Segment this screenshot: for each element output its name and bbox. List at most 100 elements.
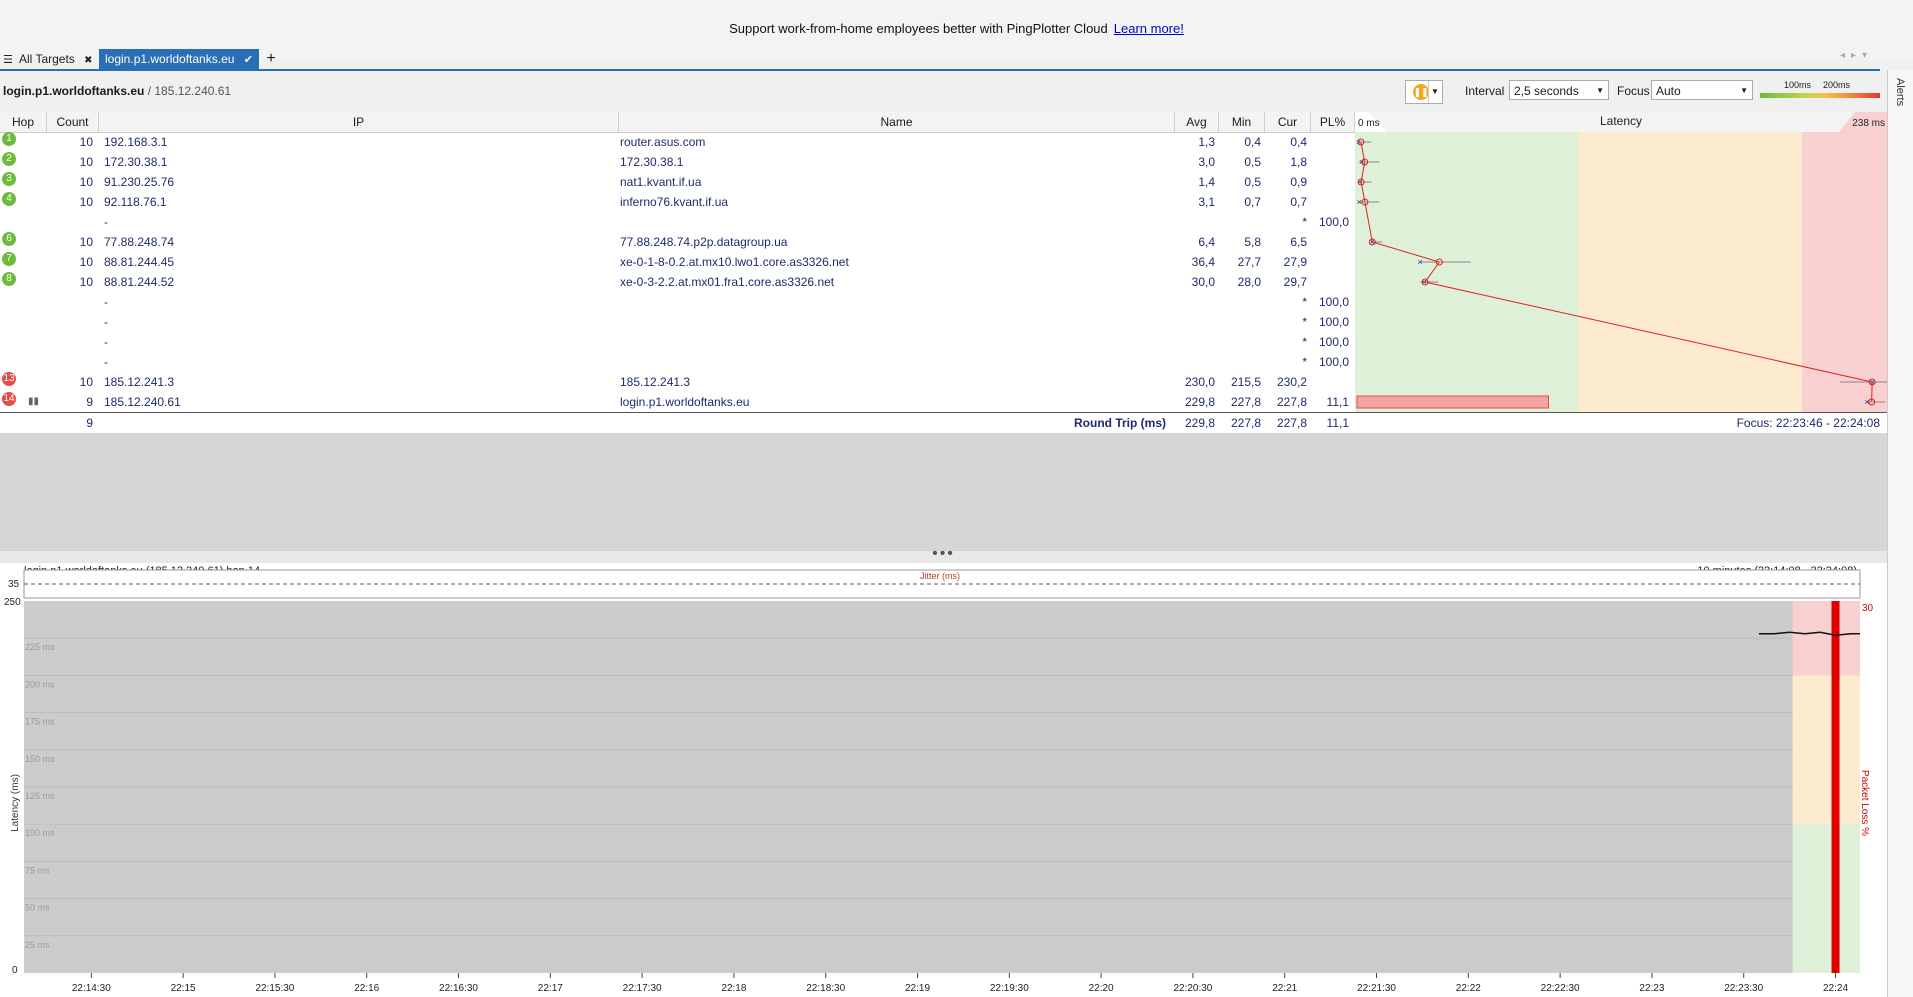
- chevron-down-icon[interactable]: ▼: [1428, 81, 1441, 103]
- cell-name: [620, 212, 1170, 232]
- table-row[interactable]: - * 100,0: [0, 312, 1355, 332]
- y-tick-label: 175 ms: [25, 717, 55, 727]
- x-tick-label: 22:16: [354, 983, 379, 994]
- cell-name: xe-0-3-2.2.at.mx01.fra1.core.as3326.net: [620, 275, 835, 289]
- cell-avg: [1175, 332, 1215, 352]
- zone-good: [1792, 824, 1860, 973]
- table-row[interactable]: - * 100,0: [0, 212, 1355, 232]
- col-hop[interactable]: Hop: [0, 112, 47, 132]
- cell-cur: *: [1302, 335, 1307, 349]
- cell-count: 10: [79, 255, 93, 269]
- pause-icon: ❚❚: [1413, 84, 1429, 100]
- x-tick-label: 22:17: [538, 983, 563, 994]
- cell-min: 227,8: [1230, 395, 1261, 409]
- cell-count: [47, 352, 93, 372]
- pause-button[interactable]: ❚❚ ▼: [1405, 80, 1443, 104]
- cell-cur: *: [1302, 295, 1307, 309]
- cell-pl: 100,0: [1318, 355, 1349, 369]
- y-tick-label: 200 ms: [25, 679, 55, 689]
- cell-count: [47, 312, 93, 332]
- cell-count: 10: [79, 275, 93, 289]
- col-min[interactable]: Min: [1219, 112, 1265, 132]
- y-bottom-label: 0: [12, 965, 18, 976]
- y-tick-label: 100 ms: [25, 828, 55, 838]
- cell-cur: 227,8: [1276, 395, 1307, 409]
- cell-ip: -: [104, 295, 108, 309]
- tab-scroll-arrows[interactable]: ◂▸▾: [1840, 50, 1873, 61]
- interval-select[interactable]: 2,5 seconds ▼: [1509, 80, 1609, 100]
- y-tick-label: 25 ms: [25, 940, 50, 950]
- y-top-label: 250: [4, 597, 21, 608]
- learn-more-link[interactable]: Learn more!: [1114, 21, 1184, 36]
- col-pl[interactable]: PL%: [1311, 112, 1355, 132]
- empty-panel: [0, 433, 1887, 551]
- latency-graph-svg: 0 ms Latency 238 ms ×××××××××: [1355, 112, 1887, 412]
- alerts-panel[interactable]: Alerts: [1887, 70, 1913, 997]
- y2-max-label: 30: [1862, 603, 1874, 614]
- cell-cur: *: [1302, 355, 1307, 369]
- close-icon[interactable]: ✖: [84, 55, 92, 66]
- table-row[interactable]: 1 10 192.168.3.1 router.asus.com 1,3 0,4 0,4: [0, 132, 1355, 152]
- col-ip[interactable]: IP: [99, 112, 619, 132]
- cell-min: 0,7: [1244, 195, 1261, 209]
- cell-ip: -: [104, 315, 108, 329]
- cell-cur: 1,8: [1290, 155, 1307, 169]
- add-tab-button[interactable]: +: [263, 49, 279, 69]
- cell-pl: [1311, 252, 1349, 272]
- tab-target[interactable]: login.p1.worldoftanks.eu ✔: [99, 49, 259, 69]
- x-tick-label: 22:18: [721, 983, 746, 994]
- tab-all-targets[interactable]: ☰ All Targets ✖: [0, 49, 96, 69]
- rt-min: 227,8: [1230, 416, 1261, 430]
- table-row[interactable]: 7 10 88.81.244.45 xe-0-1-8-0.2.at.mx10.lwo1…: [0, 252, 1355, 272]
- y-tick-label: 50 ms: [25, 903, 50, 913]
- table-row[interactable]: - * 100,0: [0, 292, 1355, 312]
- col-cur[interactable]: Cur: [1265, 112, 1311, 132]
- table-row[interactable]: 6 10 77.88.248.74 77.88.248.74.p2p.datagrou…: [0, 232, 1355, 252]
- x-tick-label: 22:17:30: [623, 983, 662, 994]
- packet-loss-mark: [1831, 601, 1840, 973]
- table-row[interactable]: 14 ▮▮ 9 185.12.240.61 login.p1.worldoftanks.…: [0, 392, 1355, 412]
- timeline-chart: Jitter (ms) 35 225 ms 200 ms 175 ms 150 ms 1…: [4, 569, 1874, 994]
- col-count[interactable]: Count: [47, 112, 99, 132]
- panel-splitter[interactable]: •••: [0, 546, 1887, 563]
- col-name[interactable]: Name: [619, 112, 1175, 132]
- table-row[interactable]: 8 10 88.81.244.52 xe-0-3-2.2.at.mx01.fra1.c…: [0, 272, 1355, 292]
- alerts-label: Alerts: [1894, 78, 1906, 107]
- cell-count: [47, 292, 93, 312]
- table-row[interactable]: - * 100,0: [0, 352, 1355, 372]
- hop-number: 13: [2, 372, 16, 386]
- cell-cur: 29,7: [1283, 275, 1307, 289]
- table-row[interactable]: - * 100,0: [0, 332, 1355, 352]
- focus-select[interactable]: Auto ▼: [1651, 80, 1753, 100]
- x-tick-label: 22:15: [171, 983, 196, 994]
- cell-pl: [1311, 192, 1349, 212]
- table-row[interactable]: 4 10 92.118.76.1 inferno76.kvant.if.ua 3,1 0,…: [0, 192, 1355, 212]
- cell-min: 27,7: [1237, 255, 1261, 269]
- cell-cur: 0,7: [1290, 195, 1307, 209]
- cell-avg: [1175, 352, 1215, 372]
- y-tick-label: 75 ms: [25, 865, 50, 875]
- col-avg[interactable]: Avg: [1175, 112, 1219, 132]
- x-tick-label: 22:20:30: [1173, 983, 1212, 994]
- cell-min: [1219, 312, 1261, 332]
- cell-ip: 192.168.3.1: [104, 135, 168, 149]
- table-row[interactable]: 13 10 185.12.241.3 185.12.241.3 230,0 215,5 23…: [0, 372, 1355, 392]
- cell-count: 10: [79, 235, 93, 249]
- cell-cur: 27,9: [1283, 255, 1307, 269]
- tab-all-label: All Targets: [19, 52, 75, 66]
- cell-cur: 0,9: [1290, 175, 1307, 189]
- rt-count: 9: [86, 416, 93, 430]
- table-row[interactable]: 2 10 172.30.38.1 172.30.38.1 3,0 0,5 1,8: [0, 152, 1355, 172]
- cell-name: [620, 352, 1170, 372]
- cell-count: [47, 332, 93, 352]
- table-row[interactable]: 3 10 91.230.25.76 nat1.kvant.if.ua 1,4 0,5 0,9: [0, 172, 1355, 192]
- bar-chart-icon[interactable]: ▮▮: [28, 392, 39, 412]
- cell-pl: [1311, 172, 1349, 192]
- scale-100: 100ms: [1784, 80, 1812, 90]
- cell-count: 10: [79, 195, 93, 209]
- cell-ip: 172.30.38.1: [104, 155, 168, 169]
- x-tick-label: 22:19:30: [990, 983, 1029, 994]
- cell-count: 10: [79, 375, 93, 389]
- cur-marker: ×: [1357, 197, 1362, 207]
- cell-min: [1219, 212, 1261, 232]
